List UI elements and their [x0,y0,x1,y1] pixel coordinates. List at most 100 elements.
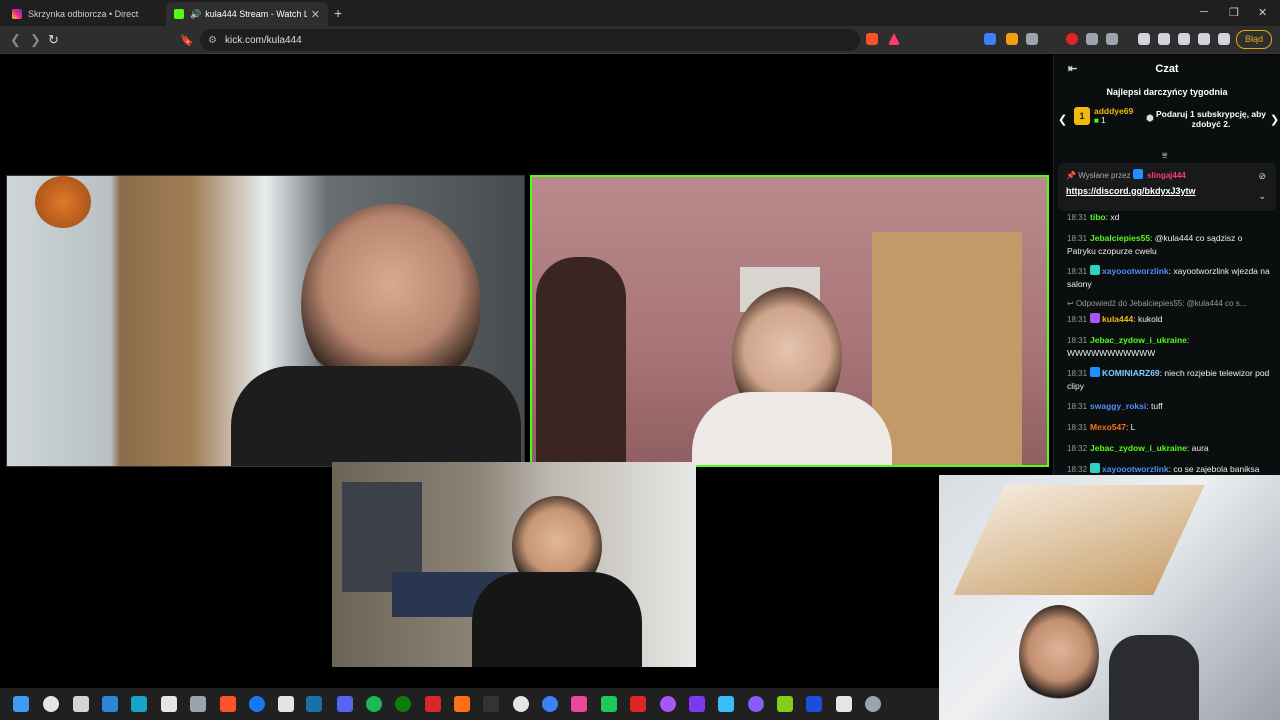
close-tab-icon[interactable]: ✕ [311,8,320,21]
chat-title: Czat [1155,63,1179,75]
url-text: kick.com/kula444 [224,34,302,46]
msg-time: 18:31 [1067,369,1088,378]
security-icon[interactable] [190,696,206,712]
pinned-link[interactable]: https://discord.gg/bkdyxJ3ytw [1066,186,1268,196]
subscriber-badge-icon [1090,463,1101,473]
app-icon[interactable] [660,696,676,712]
msg-time: 18:31 [1067,267,1088,276]
photos-icon[interactable] [102,696,118,712]
msg-time: 18:31 [1067,336,1088,345]
extensions-icon[interactable] [1086,33,1098,45]
chevron-down-icon[interactable]: ⌄ [1258,191,1266,202]
epic-games-icon[interactable] [483,696,499,712]
msg-user[interactable]: xayoootworzlink [1102,266,1169,276]
task-view-icon[interactable] [73,696,89,712]
app-icon[interactable] [571,696,587,712]
app-icon[interactable] [454,696,470,712]
donor-name[interactable]: adddye69 [1094,106,1133,116]
app-icon[interactable] [806,696,822,712]
leo-ai-icon[interactable] [1198,33,1210,45]
back-button[interactable]: ❮ [10,32,21,48]
msg-user[interactable]: tibo [1090,212,1106,222]
wallet-icon[interactable] [1178,33,1190,45]
app-icon[interactable] [513,696,529,712]
facecam [939,475,1280,720]
app-icon[interactable] [601,696,617,712]
msg-user[interactable]: Jebac_zydow_i_ukraine [1090,335,1187,345]
new-tab-button[interactable]: + [334,5,342,21]
chevron-right-icon[interactable]: ❯ [1270,113,1279,126]
bookmark-icon[interactable]: 🔖 [180,34,194,47]
msg-user[interactable]: Jebalciepies55 [1090,233,1150,243]
pinned-by-user[interactable]: slingaj444 [1147,171,1186,180]
address-bar[interactable]: ⚙ kick.com/kula444 [200,29,860,51]
spotify-icon[interactable] [366,696,382,712]
msg-text: : xd [1105,212,1120,222]
extension-icon[interactable] [1106,33,1118,45]
msg-user[interactable]: Mexo547 [1090,422,1126,432]
msg-time: 18:31 [1067,213,1088,222]
notepad-icon[interactable] [161,696,177,712]
store-icon[interactable] [131,696,147,712]
tab-kick[interactable]: 🔊 kula444 Stream - Watch Live ✕ [166,2,328,26]
collapse-chat-icon[interactable]: ⇤ [1068,62,1077,75]
user-badge-icon [1132,169,1143,179]
app-icon[interactable] [542,696,558,712]
steam-icon[interactable] [306,696,322,712]
app-icon[interactable] [425,696,441,712]
app-icon[interactable] [777,696,793,712]
chevron-left-icon[interactable]: ❮ [1058,113,1067,126]
msg-user[interactable]: xayoootworzlink [1102,464,1169,474]
msg-time: 18:32 [1067,465,1088,474]
unpin-icon[interactable]: ⊘ [1258,171,1266,182]
xbox-icon[interactable] [395,696,411,712]
extension-icon[interactable] [984,33,996,45]
gift-subscription-cta[interactable]: Podaruj 1 subskrypcję, aby zdobyć 2. [1146,109,1276,129]
msg-text: : aura [1186,443,1209,453]
camera-feed-2 [530,175,1049,467]
msg-text: : co se zajebola baniksa [1168,464,1260,474]
close-window-button[interactable]: ✕ [1258,6,1267,19]
extension-icon[interactable] [1066,33,1078,45]
app-icon[interactable] [689,696,705,712]
msg-time: 18:31 [1067,315,1088,324]
app-icon[interactable] [836,696,852,712]
vpn-icon[interactable] [1218,33,1230,45]
minimize-button[interactable]: ─ [1200,6,1208,18]
brave-icon[interactable] [220,696,236,712]
msg-user[interactable]: kula444 [1102,314,1133,324]
msg-user[interactable]: Jebac_zydow_i_ukraine [1090,443,1187,453]
sidebar-icon[interactable] [1158,33,1170,45]
reload-button[interactable]: ↻ [48,32,59,48]
msg-user[interactable]: swaggy_roksi [1090,401,1146,411]
search-icon[interactable] [43,696,59,712]
reply-context: ↩ Odpowiedź do Jebalciepies55: @kula444 … [1067,298,1273,310]
restore-button[interactable]: ❐ [1229,6,1239,19]
start-icon[interactable] [13,696,29,712]
pinned-toggle-icon[interactable]: ⩸ [1162,150,1167,161]
app-icon[interactable] [748,696,764,712]
app-icon[interactable] [718,696,734,712]
app-icon[interactable] [865,696,881,712]
brave-rewards-icon[interactable] [888,33,900,45]
msg-text: : tuff [1146,401,1163,411]
msg-user[interactable]: KOMINIARZ69 [1102,368,1160,378]
video-player[interactable] [0,55,1280,720]
error-button[interactable]: Błąd [1236,30,1272,49]
messenger-icon[interactable] [249,696,265,712]
rank-badge: 1 [1074,106,1090,125]
extension-icon[interactable] [1006,33,1018,45]
tab-title: Skrzynka odbiorcza • Direct [28,9,139,19]
tab-title: kula444 Stream - Watch Live [205,9,307,19]
app-icon[interactable] [630,696,646,712]
tab-instagram[interactable]: Skrzynka odbiorcza • Direct [4,2,164,26]
brave-shields-icon[interactable] [866,33,878,45]
forward-button[interactable]: ❯ [30,32,41,48]
chat-message: 18:31 KOMINIARZ69: niech rozjebie telewiz… [1067,367,1273,392]
music-icon[interactable] [1138,33,1150,45]
discord-icon[interactable] [337,696,353,712]
app-icon[interactable] [278,696,294,712]
site-settings-icon[interactable]: ⚙ [208,35,217,46]
speaker-icon[interactable]: 🔊 [190,9,201,20]
extension-icon[interactable] [1026,33,1038,45]
